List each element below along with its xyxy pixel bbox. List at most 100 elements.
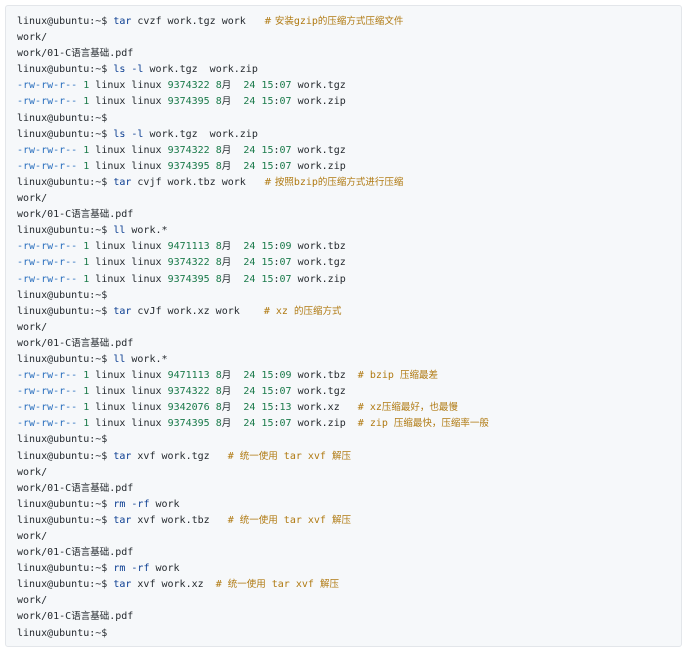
line-text: work/01-C [17,337,72,349]
terminal-line: linux@ubuntu:~$ ls -l work.tgz work.zip [17,62,671,78]
line-text: linux linux [89,241,168,253]
comment-text: 解压 [331,514,351,526]
line-text [231,241,243,252]
line-text: .pdf [109,547,134,559]
line-text: work [149,498,180,510]
line-text: cvJf work.xz work [131,305,264,317]
line-text [231,80,243,91]
line-text: work/ [17,193,48,205]
numeric-value: 07 [279,386,292,398]
terminal-line: linux@ubuntu:~$ tar xvf work.tbz # 统一使用 … [17,513,671,529]
terminal-line: linux@ubuntu:~$ [17,111,671,127]
numeric-value: 9342076 [167,402,210,414]
line-text: work/01-C [17,48,72,60]
line-text: 月 [221,96,232,108]
terminal-line: linux@ubuntu:~$ rm -rf work [17,561,671,577]
line-text: work [149,563,180,575]
command-keyword: tar [113,450,132,462]
terminal-line: linux@ubuntu:~$ tar cvzf work.tgz work #… [17,14,671,30]
line-text: linux linux [89,80,168,92]
terminal-line: -rw-rw-r-- 1 linux linux 9374322 8月 24 1… [17,78,671,94]
line-text: .pdf [109,337,134,349]
terminal-line: linux@ubuntu:~$ ll work.* [17,352,671,368]
comment-text: # [227,450,240,462]
terminal-output: linux@ubuntu:~$ tar cvzf work.tgz work #… [17,14,671,642]
line-text: 月 [221,160,232,172]
line-text: 语言基础 [71,48,110,60]
line-text: linux@ubuntu:~$ [17,112,108,124]
line-text: linux linux [89,96,168,108]
numeric-value: 9374395 [167,160,210,172]
line-text: work/ [17,595,48,607]
line-text: linux linux [89,402,168,414]
numeric-value: 15 [261,96,274,108]
numeric-value: 9374395 [167,273,210,285]
file-permissions: -rw-rw-r-- [17,241,78,253]
line-text: 语言基础 [71,547,110,559]
command-keyword: tar [113,176,132,188]
terminal-line: work/01-C语言基础.pdf [17,609,671,625]
line-text: work.tgz [291,80,346,92]
terminal-line: -rw-rw-r-- 1 linux linux 9374395 8月 24 1… [17,416,671,432]
file-permissions: -rw-rw-r-- [17,273,78,285]
line-text: linux@ubuntu:~$ [17,563,114,575]
line-text: linux@ubuntu:~$ [17,450,114,462]
terminal-line: linux@ubuntu:~$ tar xvf work.xz # 统一使用 t… [17,577,671,593]
line-text: linux linux [89,273,168,285]
terminal-line: work/01-C语言基础.pdf [17,481,671,497]
command-keyword: ll [113,225,126,237]
comment-text: 统一使用 [239,514,278,526]
line-text: linux linux [89,370,168,382]
line-text: work.tgz work.zip [143,64,258,76]
command-keyword: tar [113,305,132,317]
terminal-line: work/01-C语言基础.pdf [17,46,671,62]
comment-text: # [227,514,240,526]
line-text: xvf work.tbz [131,514,228,526]
numeric-value: 15 [261,144,274,156]
line-text: work.tgz work.zip [143,128,258,140]
line-text [231,370,243,381]
comment-text: 解压 [331,450,351,462]
line-text: work.tgz [291,386,346,398]
command-keyword: ll [113,353,126,365]
numeric-value: 07 [279,80,292,92]
line-text [231,418,243,429]
terminal-line: linux@ubuntu:~$ [17,432,671,448]
line-text: 月 [221,370,232,382]
line-text: linux@ubuntu:~$ [17,128,114,140]
terminal-line: -rw-rw-r-- 1 linux linux 9342076 8月 24 1… [17,400,671,416]
line-text: 月 [221,418,232,430]
numeric-value: 07 [279,418,292,430]
line-text: work.xz [291,402,358,414]
line-text: linux linux [89,257,168,269]
numeric-value: 24 [243,80,256,92]
line-text: linux@ubuntu:~$ [17,498,114,510]
line-text: linux@ubuntu:~$ [17,64,114,76]
line-text: linux@ubuntu:~$ [17,434,108,446]
numeric-value: 13 [279,402,292,414]
line-text: work.zip [291,96,346,108]
line-text: linux@ubuntu:~$ [17,289,108,301]
line-text: 月 [221,241,232,253]
line-text: .pdf [109,611,134,623]
terminal-line: linux@ubuntu:~$ ll work.* [17,223,671,239]
line-text: linux@ubuntu:~$ [17,225,114,237]
numeric-value: 07 [279,96,292,108]
command-keyword: rm [113,563,126,575]
line-text: linux@ubuntu:~$ [17,514,114,526]
command-keyword: ls [113,128,126,140]
numeric-value: 24 [243,273,256,285]
command-keyword: tar [113,514,132,526]
command-keyword: -l [131,64,144,76]
command-keyword: -rf [131,498,150,510]
numeric-value: 9471113 [167,241,210,253]
command-keyword: -rf [131,563,150,575]
terminal-line: -rw-rw-r-- 1 linux linux 9374322 8月 24 1… [17,143,671,159]
comment-text: # xz [263,305,294,317]
numeric-value: 07 [279,257,292,269]
terminal-code-block: linux@ubuntu:~$ tar cvzf work.tgz work #… [5,5,682,647]
comment-text: 的压缩方式 [293,305,342,317]
numeric-value: 9374395 [167,96,210,108]
command-keyword: tar [113,16,132,27]
terminal-line: -rw-rw-r-- 1 linux linux 9374395 8月 24 1… [17,159,671,175]
